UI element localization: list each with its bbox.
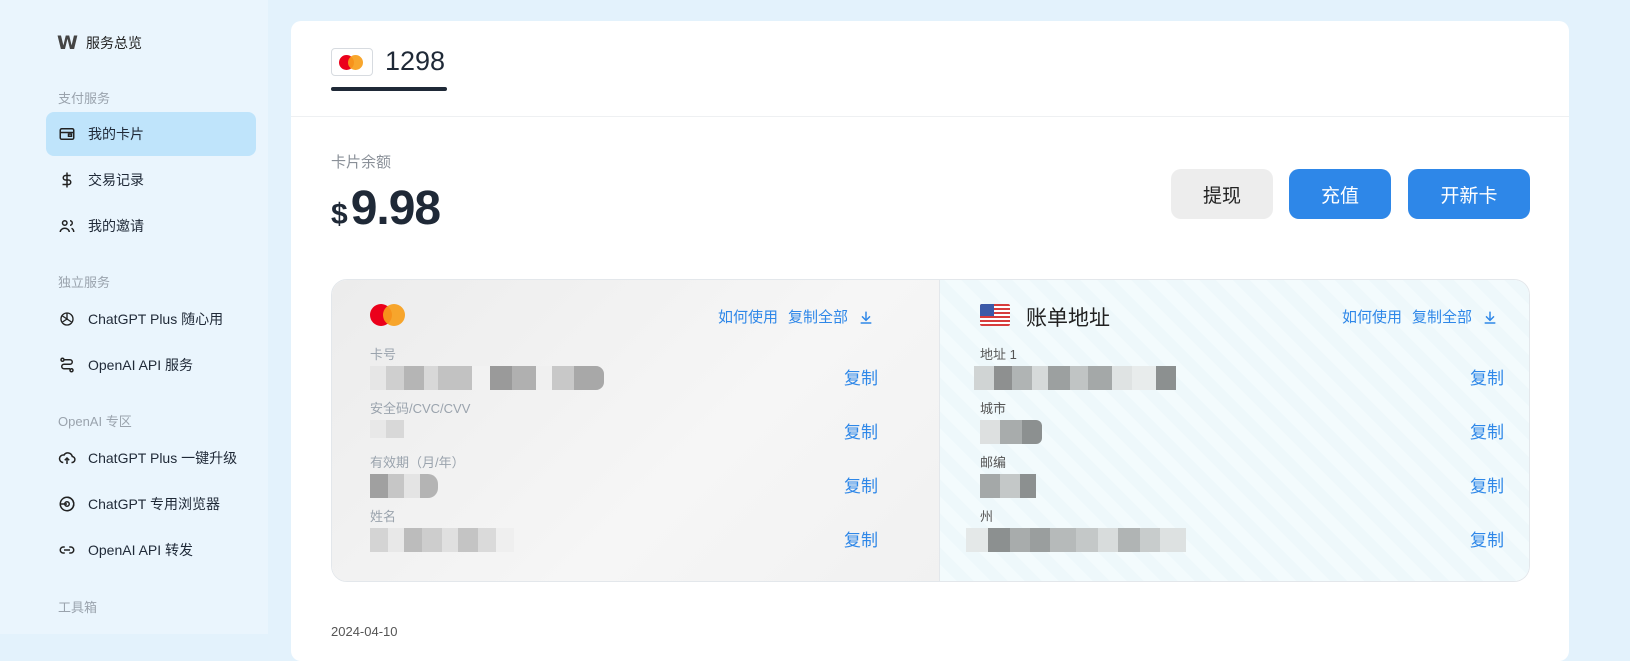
- main-panel: 1298 卡片余额 $ 9.98 提现 充值 开新卡 如何使用 复制全部 卡号: [291, 21, 1569, 661]
- card-number-value-redacted: [370, 366, 604, 390]
- balance-amount: $ 9.98: [331, 181, 441, 236]
- us-flag-icon: [980, 304, 1010, 326]
- copy-zip-button[interactable]: 复制: [1470, 472, 1504, 497]
- cardholder-name-label: 姓名: [370, 509, 397, 524]
- mastercard-logo-icon: [370, 304, 406, 326]
- sidebar-item-label: OpenAI API 服务: [88, 357, 194, 373]
- copy-expiry-button[interactable]: 复制: [844, 472, 878, 497]
- wallet-icon: [59, 128, 75, 140]
- copy-cvc-button[interactable]: 复制: [844, 418, 878, 443]
- sidebar-item-transactions[interactable]: 交易记录: [46, 158, 256, 202]
- card-info-panel: 如何使用 复制全部 卡号 复制 安全码/CVC/CVV 复制 有效期（月/年） …: [332, 280, 940, 581]
- how-to-use-link[interactable]: 如何使用: [718, 306, 778, 327]
- sidebar-item-my-cards[interactable]: 我的卡片: [46, 112, 256, 156]
- tab-card-1298[interactable]: 1298: [331, 46, 445, 77]
- balance-label: 卡片余额: [331, 154, 392, 171]
- section-title-payment: 支付服务: [58, 91, 111, 106]
- address1-value-redacted: [974, 366, 1176, 390]
- sidebar-item-openai-api-relay[interactable]: OpenAI API 转发: [46, 528, 256, 572]
- sidebar-item-chatgpt-plus-anytime[interactable]: ChatGPT Plus 随心用: [46, 297, 256, 341]
- card-tabs: 1298: [291, 21, 1569, 117]
- download-icon[interactable]: [858, 309, 874, 325]
- section-title-openai: OpenAI 专区: [58, 414, 132, 429]
- brand-logo-icon: W: [57, 32, 78, 54]
- card-details-panels: 如何使用 复制全部 卡号 复制 安全码/CVC/CVV 复制 有效期（月/年） …: [331, 279, 1530, 582]
- sidebar-item-chatgpt-plus-upgrade[interactable]: ChatGPT Plus 一键升级: [46, 436, 256, 480]
- sidebar-item-label: ChatGPT 专用浏览器: [88, 496, 220, 512]
- withdraw-button[interactable]: 提现: [1171, 169, 1273, 219]
- dollar-icon: [62, 172, 72, 188]
- copy-all-link[interactable]: 复制全部: [1412, 306, 1472, 327]
- card-number-label: 卡号: [370, 347, 397, 362]
- link-icon: [59, 546, 75, 554]
- section-title-standalone: 独立服务: [58, 275, 111, 290]
- copy-name-button[interactable]: 复制: [844, 526, 878, 551]
- sidebar-item-label: OpenAI API 转发: [88, 542, 194, 558]
- balance-value: 9.98: [350, 182, 441, 235]
- card-panel-links: 如何使用 复制全部: [718, 306, 874, 327]
- address-panel-links: 如何使用 复制全部: [1342, 306, 1498, 327]
- city-value-redacted: [980, 420, 1042, 444]
- sidebar-item-chatgpt-browser[interactable]: ChatGPT 专用浏览器: [46, 482, 256, 526]
- sidebar-item-label: 我的邀请: [88, 218, 144, 234]
- sidebar-item-label: 交易记录: [88, 172, 144, 188]
- copy-address1-button[interactable]: 复制: [1470, 364, 1504, 389]
- topup-button[interactable]: 充值: [1289, 169, 1391, 219]
- expiry-value-redacted: [370, 474, 438, 498]
- cloud-upload-icon: [58, 452, 76, 464]
- section-title-toolbox: 工具箱: [58, 600, 98, 615]
- copy-city-button[interactable]: 复制: [1470, 418, 1504, 443]
- tab-active-indicator: [331, 87, 447, 91]
- browser-icon: [59, 496, 75, 512]
- route-icon: [60, 357, 74, 373]
- sidebar-item-label: ChatGPT Plus 随心用: [88, 311, 224, 327]
- how-to-use-link[interactable]: 如何使用: [1342, 306, 1402, 327]
- openai-icon: [60, 312, 74, 326]
- download-icon[interactable]: [1482, 309, 1498, 325]
- copy-state-button[interactable]: 复制: [1470, 526, 1504, 551]
- tab-card-number: 1298: [385, 46, 446, 76]
- sidebar-item-invites[interactable]: 我的邀请: [46, 204, 256, 248]
- billing-address-title: 账单地址: [1026, 307, 1110, 330]
- users-icon: [59, 220, 75, 233]
- sidebar-item-label: ChatGPT Plus 一键升级: [88, 450, 238, 466]
- sidebar: W 服务总览 支付服务 我的卡片 交易记录 我的邀请 独立服务 ChatGPT …: [0, 0, 268, 634]
- sidebar-item-label: 我的卡片: [88, 126, 144, 142]
- currency-symbol: $: [331, 198, 348, 231]
- cvc-value-redacted: [370, 420, 404, 438]
- zip-label: 邮编: [980, 455, 1007, 470]
- state-label: 州: [980, 509, 994, 524]
- sidebar-item-openai-api-service[interactable]: OpenAI API 服务: [46, 343, 256, 387]
- transaction-date: 2024-04-10: [331, 624, 398, 639]
- zip-value-redacted: [980, 474, 1036, 498]
- cvc-label: 安全码/CVC/CVV: [370, 401, 471, 416]
- mastercard-icon: [331, 47, 373, 76]
- brand-overview-link[interactable]: W 服务总览: [57, 32, 142, 54]
- cardholder-name-value-redacted: [370, 528, 514, 552]
- brand-label: 服务总览: [85, 35, 142, 51]
- copy-all-link[interactable]: 复制全部: [788, 306, 848, 327]
- new-card-button[interactable]: 开新卡: [1408, 169, 1530, 219]
- city-label: 城市: [980, 401, 1007, 416]
- expiry-label: 有效期（月/年）: [370, 455, 465, 470]
- state-value-redacted: [966, 528, 1186, 552]
- billing-address-panel: 账单地址 如何使用 复制全部 地址 1 复制 城市 复制 邮编 复制 州 复制: [940, 280, 1529, 581]
- address1-label: 地址 1: [980, 347, 1017, 362]
- copy-card-number-button[interactable]: 复制: [844, 364, 878, 389]
